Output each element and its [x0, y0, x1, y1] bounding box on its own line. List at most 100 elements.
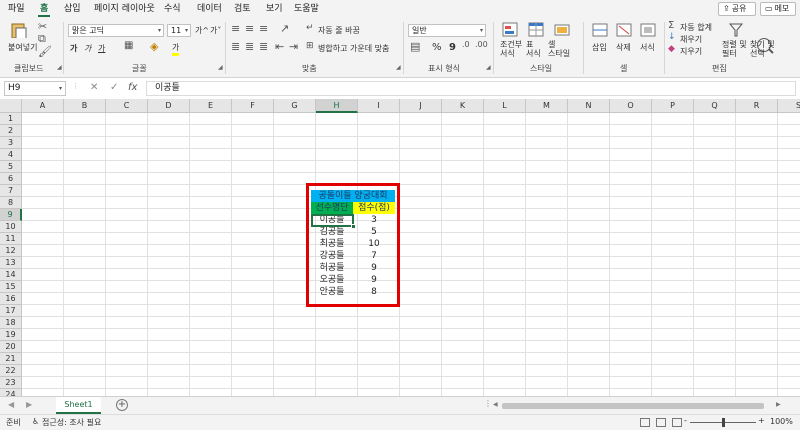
horizontal-scrollbar[interactable]: ◀ ▶: [492, 401, 784, 411]
format-cells-icon[interactable]: [640, 22, 658, 38]
row-header-22[interactable]: 22: [0, 365, 22, 377]
column-header-c[interactable]: C: [106, 99, 148, 113]
tab-help[interactable]: 도움말: [292, 2, 321, 17]
row-header-6[interactable]: 6: [0, 173, 22, 185]
tab-review[interactable]: 검토: [232, 2, 253, 17]
row-header-7[interactable]: 7: [0, 185, 22, 197]
row-header-23[interactable]: 23: [0, 377, 22, 389]
row-header-20[interactable]: 20: [0, 341, 22, 353]
column-header-i[interactable]: I: [358, 99, 400, 113]
column-header-j[interactable]: J: [400, 99, 442, 113]
zoom-level[interactable]: 100%: [770, 417, 793, 426]
cell-styles-button[interactable]: 셀 스타일: [548, 40, 570, 58]
orientation-icon[interactable]: ↗: [280, 22, 289, 35]
alignment-launcher-icon[interactable]: ◢: [396, 64, 401, 71]
increase-indent-icon[interactable]: ⇥: [289, 40, 298, 53]
zoom-slider-thumb[interactable]: [722, 418, 725, 427]
tab-view[interactable]: 보기: [264, 2, 285, 17]
column-header-b[interactable]: B: [64, 99, 106, 113]
column-header-r[interactable]: R: [736, 99, 778, 113]
merge-center-button[interactable]: 병합하고 가운데 맞춤: [318, 43, 389, 54]
tab-formulas[interactable]: 수식: [162, 2, 183, 17]
row-header-3[interactable]: 3: [0, 137, 22, 149]
column-header-m[interactable]: M: [526, 99, 568, 113]
zoom-in-button[interactable]: +: [758, 416, 765, 425]
prev-sheet-icon[interactable]: ◀: [8, 400, 14, 409]
column-header-o[interactable]: O: [610, 99, 652, 113]
align-bottom-icon[interactable]: ≡: [259, 22, 268, 35]
player-name-cell[interactable]: 김공들: [311, 226, 353, 238]
cancel-icon[interactable]: ✕: [90, 82, 98, 93]
row-header-24[interactable]: 24: [0, 389, 22, 396]
row-header-10[interactable]: 10: [0, 221, 22, 233]
paste-icon[interactable]: [10, 22, 28, 38]
row-header-17[interactable]: 17: [0, 305, 22, 317]
borders-icon[interactable]: ▦: [124, 40, 133, 51]
find-select-button[interactable]: 찾기 및 선택: [750, 40, 775, 58]
scroll-right-icon[interactable]: ▶: [776, 401, 781, 408]
decrease-indent-icon[interactable]: ⇤: [275, 40, 284, 53]
column-header-k[interactable]: K: [442, 99, 484, 113]
wrap-text-button[interactable]: 자동 줄 바꿈: [318, 25, 360, 36]
number-launcher-icon[interactable]: ◢: [486, 64, 491, 71]
copy-icon[interactable]: ⧉: [38, 32, 46, 46]
increase-decimal-icon[interactable]: .0: [462, 40, 470, 49]
grow-font-button[interactable]: 가^: [195, 25, 209, 36]
add-sheet-button[interactable]: +: [116, 399, 128, 411]
align-left-icon[interactable]: ≣: [231, 40, 240, 53]
clipboard-launcher-icon[interactable]: ◢: [57, 64, 62, 71]
sort-filter-icon[interactable]: [728, 22, 746, 38]
align-right-icon[interactable]: ≣: [259, 40, 268, 53]
row-header-8[interactable]: 8: [0, 197, 22, 209]
delete-cells-icon[interactable]: [616, 22, 634, 38]
scroll-left-icon[interactable]: ◀: [493, 401, 498, 408]
underline-button[interactable]: 가: [98, 43, 105, 54]
row-header-11[interactable]: 11: [0, 233, 22, 245]
row-header-15[interactable]: 15: [0, 281, 22, 293]
row-header-13[interactable]: 13: [0, 257, 22, 269]
delete-cells-button[interactable]: 삭제: [616, 42, 631, 53]
row-header-19[interactable]: 19: [0, 329, 22, 341]
enter-icon[interactable]: ✓: [110, 82, 118, 93]
align-middle-icon[interactable]: ≡: [245, 22, 254, 35]
column-header-a[interactable]: A: [22, 99, 64, 113]
player-score-cell[interactable]: 3: [353, 214, 395, 226]
cell-styles-icon[interactable]: [554, 22, 572, 38]
row-header-21[interactable]: 21: [0, 353, 22, 365]
bold-button[interactable]: 가: [70, 43, 77, 54]
format-cells-button[interactable]: 서식: [640, 42, 655, 53]
player-score-cell[interactable]: 8: [353, 286, 395, 298]
row-header-12[interactable]: 12: [0, 245, 22, 257]
font-color-button[interactable]: 가: [172, 42, 180, 56]
tab-file[interactable]: 파일: [6, 2, 27, 17]
accessibility-status[interactable]: 접근성: 조사 필요: [42, 417, 101, 428]
column-header-p[interactable]: P: [652, 99, 694, 113]
tab-insert[interactable]: 삽입: [62, 2, 83, 17]
worksheet-grid[interactable]: ABCDEFGHIJKLMNOPQRS 1 2 3 4 5 6 7 8 9 10 11 12 13 14 1…: [0, 99, 800, 396]
player-name-cell[interactable]: 강공들: [311, 250, 353, 262]
row-header-16[interactable]: 16: [0, 293, 22, 305]
next-sheet-icon[interactable]: ▶: [26, 400, 32, 409]
column-header-l[interactable]: L: [484, 99, 526, 113]
name-header-cell[interactable]: 선수명단: [311, 202, 353, 214]
player-name-cell[interactable]: 안공들: [311, 286, 353, 298]
player-score-cell[interactable]: 9: [353, 274, 395, 286]
row-header-1[interactable]: 1: [0, 113, 22, 125]
font-name-select[interactable]: 맑은 고딕 ▾: [68, 24, 164, 37]
column-header-s[interactable]: S: [778, 99, 800, 113]
page-layout-view-icon[interactable]: [656, 418, 666, 427]
tab-data[interactable]: 데이터: [195, 2, 224, 17]
column-header-e[interactable]: E: [190, 99, 232, 113]
player-score-cell[interactable]: 7: [353, 250, 395, 262]
sort-filter-button[interactable]: 정렬 및 필터: [722, 40, 747, 58]
font-launcher-icon[interactable]: ◢: [218, 64, 223, 71]
player-name-cell[interactable]: 최공들: [311, 238, 353, 250]
comma-button[interactable]: 9: [449, 42, 456, 53]
sheet-tab[interactable]: Sheet1: [56, 397, 101, 414]
shrink-font-button[interactable]: 가˅: [210, 25, 221, 36]
column-header-f[interactable]: F: [232, 99, 274, 113]
player-name-cell[interactable]: 허공들: [311, 262, 353, 274]
scrollbar-thumb[interactable]: [502, 403, 764, 409]
memo-button[interactable]: ▭ 메모: [760, 2, 796, 16]
insert-cells-button[interactable]: 삽입: [592, 42, 607, 53]
